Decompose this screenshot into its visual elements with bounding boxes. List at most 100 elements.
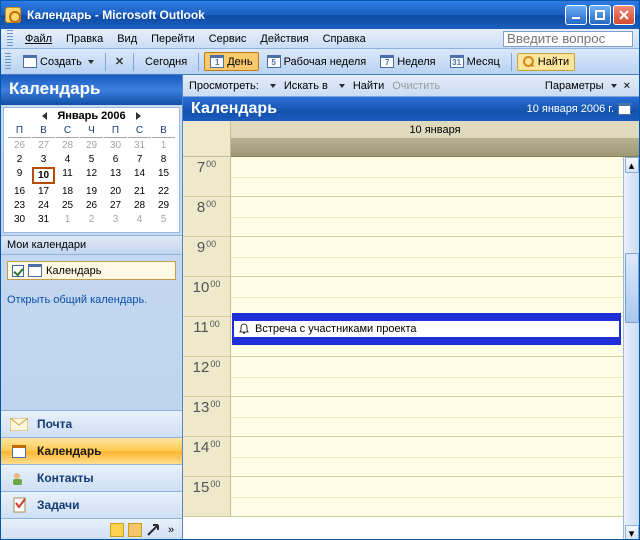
time-slot[interactable] (231, 437, 639, 476)
date-cell[interactable]: 28 (128, 199, 151, 212)
nav-contacts[interactable]: Контакты (1, 464, 182, 491)
date-cell[interactable]: 3 (104, 213, 127, 226)
date-cell[interactable]: 1 (152, 139, 175, 152)
scroll-up-button[interactable]: ▴ (625, 157, 639, 173)
folder-mini-icon[interactable] (128, 523, 142, 537)
date-cell[interactable]: 12 (80, 167, 103, 184)
workweek-view-button[interactable]: 5Рабочая неделя (261, 52, 373, 71)
toolbar-grip[interactable] (5, 53, 11, 71)
date-cell[interactable]: 26 (8, 139, 31, 152)
hour-row[interactable]: 1200 (183, 357, 639, 397)
date-cell[interactable]: 13 (104, 167, 127, 184)
time-slot[interactable] (231, 237, 639, 276)
next-month-button[interactable] (136, 112, 141, 120)
menu-help[interactable]: Справка (317, 31, 372, 47)
ask-question-input[interactable] (503, 31, 633, 47)
open-shared-calendar-link[interactable]: Открыть общий календарь. (1, 286, 182, 314)
date-cell[interactable]: 25 (56, 199, 79, 212)
date-cell[interactable]: 28 (56, 139, 79, 152)
date-cell[interactable]: 17 (32, 185, 55, 198)
date-cell[interactable]: 7 (128, 153, 151, 166)
date-cell[interactable]: 26 (80, 199, 103, 212)
hour-row[interactable]: 1400 (183, 437, 639, 477)
date-cell[interactable]: 10 (32, 167, 55, 184)
date-cell[interactable]: 24 (32, 199, 55, 212)
date-cell[interactable]: 23 (8, 199, 31, 212)
date-cell[interactable]: 29 (80, 139, 103, 152)
date-cell[interactable]: 5 (152, 213, 175, 226)
search-in-label[interactable]: Искать в (284, 80, 328, 92)
allday-row[interactable] (231, 139, 639, 157)
calendar-list-item[interactable]: Календарь (7, 261, 176, 280)
scroll-down-button[interactable]: ▾ (625, 525, 639, 540)
date-cell[interactable]: 30 (104, 139, 127, 152)
new-button[interactable]: Создать (17, 52, 100, 71)
menu-file[interactable]: Файл (19, 31, 58, 47)
date-cell[interactable]: 19 (80, 185, 103, 198)
date-cell[interactable]: 30 (8, 213, 31, 226)
date-cell[interactable]: 9 (8, 167, 31, 184)
hour-row[interactable]: 1300 (183, 397, 639, 437)
week-view-button[interactable]: 7Неделя (374, 52, 441, 71)
close-button[interactable] (613, 5, 635, 25)
date-cell[interactable]: 31 (128, 139, 151, 152)
date-cell[interactable]: 4 (128, 213, 151, 226)
date-navigator[interactable]: Январь 2006 ПВСЧПСВ262728293031123456789… (3, 107, 180, 233)
time-slot[interactable] (231, 277, 639, 316)
date-cell[interactable]: 29 (152, 199, 175, 212)
menu-view[interactable]: Вид (111, 31, 143, 47)
date-cell[interactable]: 11 (56, 167, 79, 184)
options-label[interactable]: Параметры (545, 80, 604, 92)
scroll-thumb[interactable] (625, 253, 639, 323)
date-cell[interactable]: 15 (152, 167, 175, 184)
notes-mini-icon[interactable] (110, 523, 124, 537)
delete-button[interactable]: ✕ (111, 54, 128, 69)
date-cell[interactable]: 27 (104, 199, 127, 212)
prev-month-button[interactable] (42, 112, 47, 120)
hour-row[interactable]: 1500 (183, 477, 639, 517)
vertical-scrollbar[interactable]: ▴ ▾ (623, 157, 639, 540)
date-cell[interactable]: 4 (56, 153, 79, 166)
calendar-checkbox[interactable] (12, 265, 24, 277)
date-cell[interactable]: 3 (32, 153, 55, 166)
configure-buttons-icon[interactable]: » (164, 523, 178, 537)
menu-go[interactable]: Перейти (145, 31, 201, 47)
hour-row[interactable]: 800 (183, 197, 639, 237)
nav-mail[interactable]: Почта (1, 410, 182, 437)
date-cell[interactable]: 14 (128, 167, 151, 184)
menubar-grip[interactable] (7, 30, 13, 48)
date-cell[interactable]: 21 (128, 185, 151, 198)
date-cell[interactable]: 2 (8, 153, 31, 166)
find-label[interactable]: Найти (353, 80, 384, 92)
menu-tools[interactable]: Сервис (203, 31, 253, 47)
goto-date-icon[interactable] (618, 103, 631, 115)
maximize-button[interactable] (589, 5, 611, 25)
date-cell[interactable]: 31 (32, 213, 55, 226)
nav-tasks[interactable]: Задачи (1, 491, 182, 518)
menu-edit[interactable]: Правка (60, 31, 109, 47)
date-cell[interactable]: 5 (80, 153, 103, 166)
today-button[interactable]: Сегодня (139, 53, 193, 71)
close-findbar-button[interactable]: × (621, 80, 633, 92)
hour-row[interactable]: 1000 (183, 277, 639, 317)
time-slot[interactable] (231, 397, 639, 436)
time-slot[interactable] (231, 477, 639, 516)
date-cell[interactable]: 6 (104, 153, 127, 166)
menu-actions[interactable]: Действия (254, 31, 314, 47)
time-slot[interactable] (231, 357, 639, 396)
date-cell[interactable]: 8 (152, 153, 175, 166)
date-cell[interactable]: 22 (152, 185, 175, 198)
my-calendars-header[interactable]: Мои календари (1, 235, 182, 255)
time-slot[interactable] (231, 157, 639, 196)
minimize-button[interactable] (565, 5, 587, 25)
date-cell[interactable]: 18 (56, 185, 79, 198)
shortcuts-mini-icon[interactable] (146, 523, 160, 537)
day-column-header[interactable]: 10 января (231, 121, 639, 139)
month-view-button[interactable]: 31Месяц (444, 52, 506, 71)
appointment[interactable]: Встреча с участниками проекта (232, 319, 621, 339)
date-cell[interactable]: 2 (80, 213, 103, 226)
nav-calendar[interactable]: Календарь (1, 437, 182, 464)
time-grid[interactable]: 700800900100011001200130014001500 ▴ ▾ Вс… (183, 157, 639, 540)
view-dropdown[interactable] (270, 84, 276, 88)
date-cell[interactable]: 1 (56, 213, 79, 226)
